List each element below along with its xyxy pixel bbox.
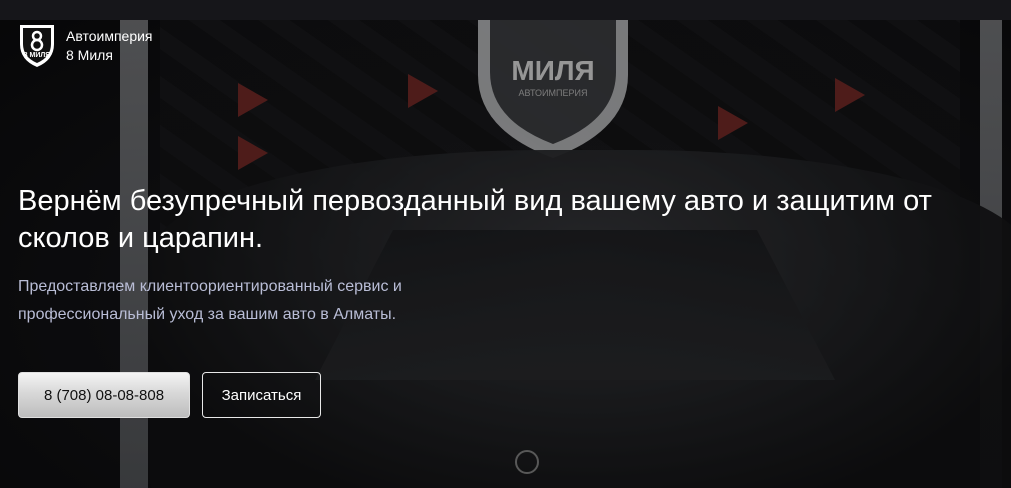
hero-title: Вернём безупречный первозданный вид ваше…: [18, 185, 932, 254]
book-button[interactable]: Записаться: [202, 372, 321, 418]
brand-name: Автоимперия: [66, 28, 153, 44]
top-strip: [0, 0, 1011, 20]
brand-subname: 8 Миля: [66, 47, 113, 63]
hero-subtitle: Предоставляем клиентоориентированный сер…: [18, 278, 402, 323]
brand-text: Автоимперия 8 Миля: [66, 27, 153, 65]
logo-text: 8 МИЛЯ: [24, 52, 51, 59]
brand[interactable]: 8 МИЛЯ Автоимперия 8 Миля: [18, 22, 153, 68]
shield-logo-icon: 8 МИЛЯ: [20, 25, 54, 67]
phone-button[interactable]: 8 (708) 08-08-808: [18, 372, 190, 418]
